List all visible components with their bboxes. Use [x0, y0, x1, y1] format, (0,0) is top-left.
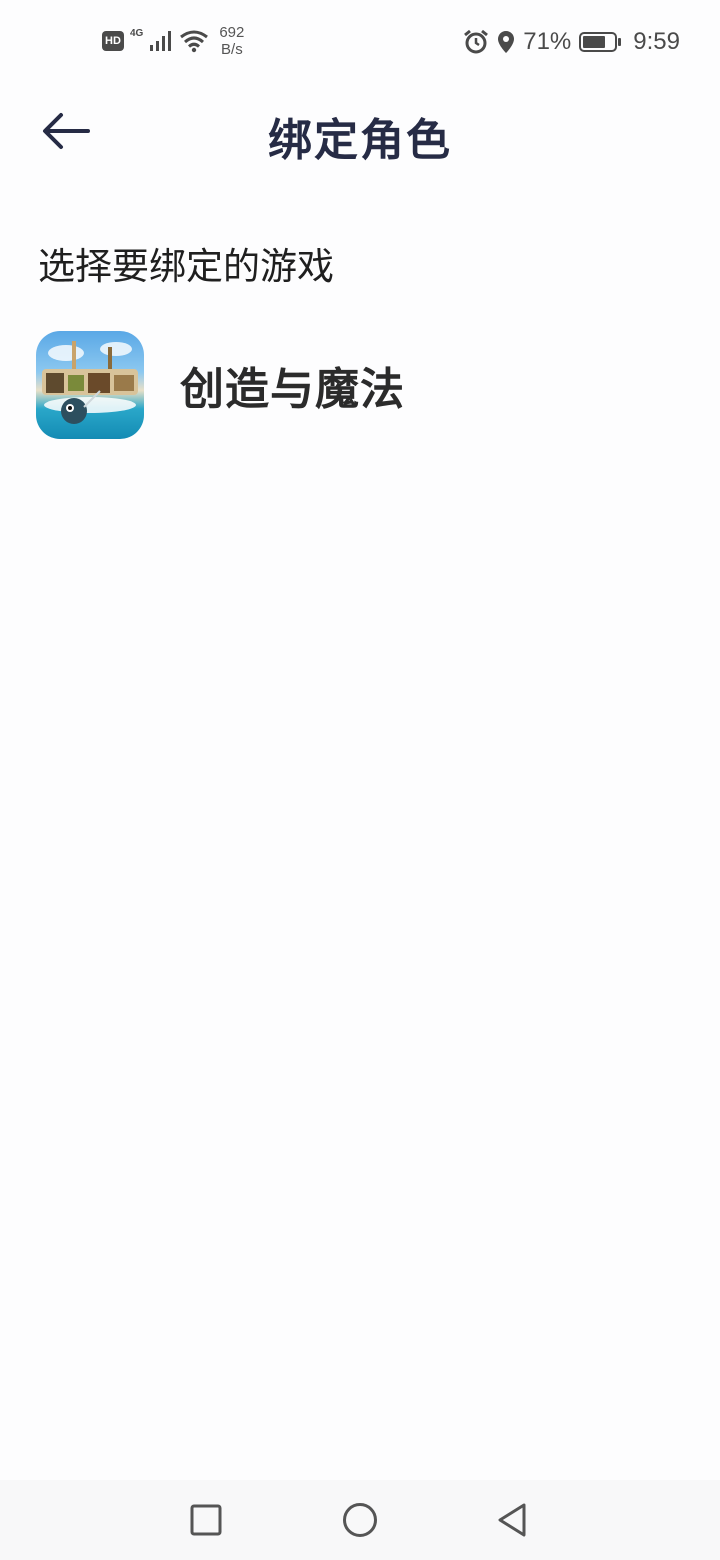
alarm-icon — [464, 29, 489, 54]
status-bar: HD 4G 692 B/s 71% 9:59 — [0, 0, 720, 86]
signal-icon — [150, 31, 172, 51]
network-type: 4G — [130, 27, 144, 39]
game-artwork — [42, 341, 138, 424]
battery-icon — [579, 32, 622, 52]
hd-badge: HD — [102, 31, 124, 51]
header: 绑定角色 — [0, 86, 720, 176]
network-speed: 692 B/s — [219, 24, 244, 58]
battery-percent: 71% — [523, 28, 572, 55]
system-back-button[interactable] — [488, 1498, 536, 1542]
speed-unit: B/s — [221, 41, 243, 58]
section-label: 选择要绑定的游戏 — [38, 245, 334, 288]
home-button[interactable] — [336, 1498, 384, 1542]
square-icon — [190, 1504, 222, 1536]
circle-icon — [343, 1503, 377, 1537]
status-right: 71% 9:59 — [463, 28, 680, 56]
location-icon — [498, 31, 515, 53]
status-left: HD 4G 692 B/s — [102, 24, 244, 58]
screen: HD 4G 692 B/s 71% 9:59 绑定角色 选择要绑定的游戏 创造与… — [0, 0, 720, 1560]
wifi-icon — [180, 30, 209, 53]
game-icon — [36, 331, 144, 439]
speed-value: 692 — [219, 24, 245, 41]
battery-fill — [583, 36, 605, 48]
navigation-bar — [0, 1480, 720, 1560]
game-list-item[interactable]: 创造与魔法 — [36, 330, 684, 440]
recents-button[interactable] — [182, 1498, 230, 1542]
page-title: 绑定角色 — [268, 115, 452, 166]
game-name: 创造与魔法 — [180, 364, 405, 415]
triangle-back-icon — [498, 1503, 526, 1537]
clock: 9:59 — [633, 28, 680, 55]
